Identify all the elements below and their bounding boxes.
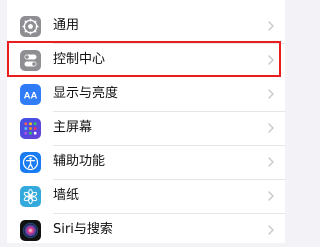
settings-list: 通用 控制中心 AA 显示与亮度 主屏幕 辅助功能 墙纸 Siri与搜索: [7, 0, 285, 243]
chevron-right-icon: [268, 191, 274, 201]
highlight-box: [7, 41, 281, 77]
settings-row-control-center-label: 控制中心: [53, 52, 106, 67]
control-center-icon: [20, 50, 41, 71]
settings-row-general-label: 通用: [53, 18, 80, 33]
aa-text-icon: AA: [20, 84, 41, 105]
chevron-right-icon: [268, 89, 274, 99]
settings-row-display-brightness-label: 显示与亮度: [53, 86, 119, 101]
chevron-right-icon: [268, 225, 274, 235]
settings-row-siri-search-label: Siri与搜索: [53, 222, 113, 237]
chevron-right-icon: [268, 123, 274, 133]
settings-row-siri-search[interactable]: Siri与搜索: [7, 213, 285, 247]
gear-icon: [20, 16, 41, 37]
settings-row-wallpaper-label: 墙纸: [53, 188, 80, 203]
wallpaper-flower-icon: [20, 186, 41, 207]
settings-row-wallpaper[interactable]: 墙纸: [7, 179, 285, 214]
settings-row-general[interactable]: 通用: [7, 9, 285, 44]
settings-card: 通用 控制中心 AA 显示与亮度 主屏幕 辅助功能 墙纸 Siri与搜索: [7, 0, 285, 243]
chevron-right-icon: [268, 21, 274, 31]
settings-row-display-brightness[interactable]: AA 显示与亮度: [7, 77, 285, 112]
chevron-right-icon: [268, 55, 274, 65]
accessibility-icon: [20, 152, 41, 173]
chevron-right-icon: [268, 157, 274, 167]
settings-row-accessibility[interactable]: 辅助功能: [7, 145, 285, 180]
settings-row-home-screen[interactable]: 主屏幕: [7, 111, 285, 146]
settings-row-accessibility-label: 辅助功能: [53, 154, 106, 169]
settings-row-control-center[interactable]: 控制中心: [7, 41, 285, 77]
settings-row-home-screen-label: 主屏幕: [53, 120, 93, 135]
svg-text:AA: AA: [24, 91, 38, 102]
home-screen-grid-icon: [20, 118, 41, 139]
siri-icon: [20, 220, 41, 241]
